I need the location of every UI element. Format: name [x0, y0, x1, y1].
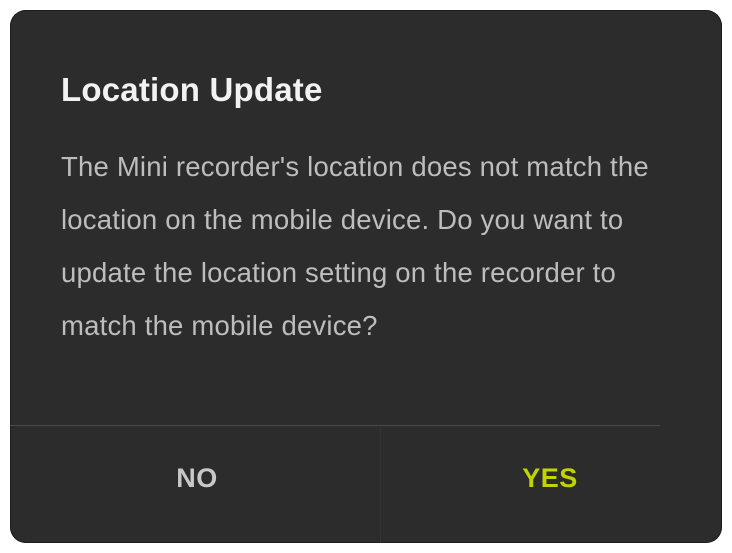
no-button-label: NO	[176, 463, 218, 493]
yes-button[interactable]: YES	[380, 426, 722, 543]
dialog-actions: NO YES	[10, 426, 722, 543]
no-button[interactable]: NO	[10, 426, 380, 543]
dialog-title: Location Update	[61, 71, 323, 108]
screen-frame: Location Update The Mini recorder's loca…	[0, 0, 732, 553]
location-update-dialog: Location Update The Mini recorder's loca…	[10, 10, 722, 543]
yes-button-label: YES	[522, 463, 578, 493]
dialog-message: The Mini recorder's location does not ma…	[61, 151, 649, 341]
